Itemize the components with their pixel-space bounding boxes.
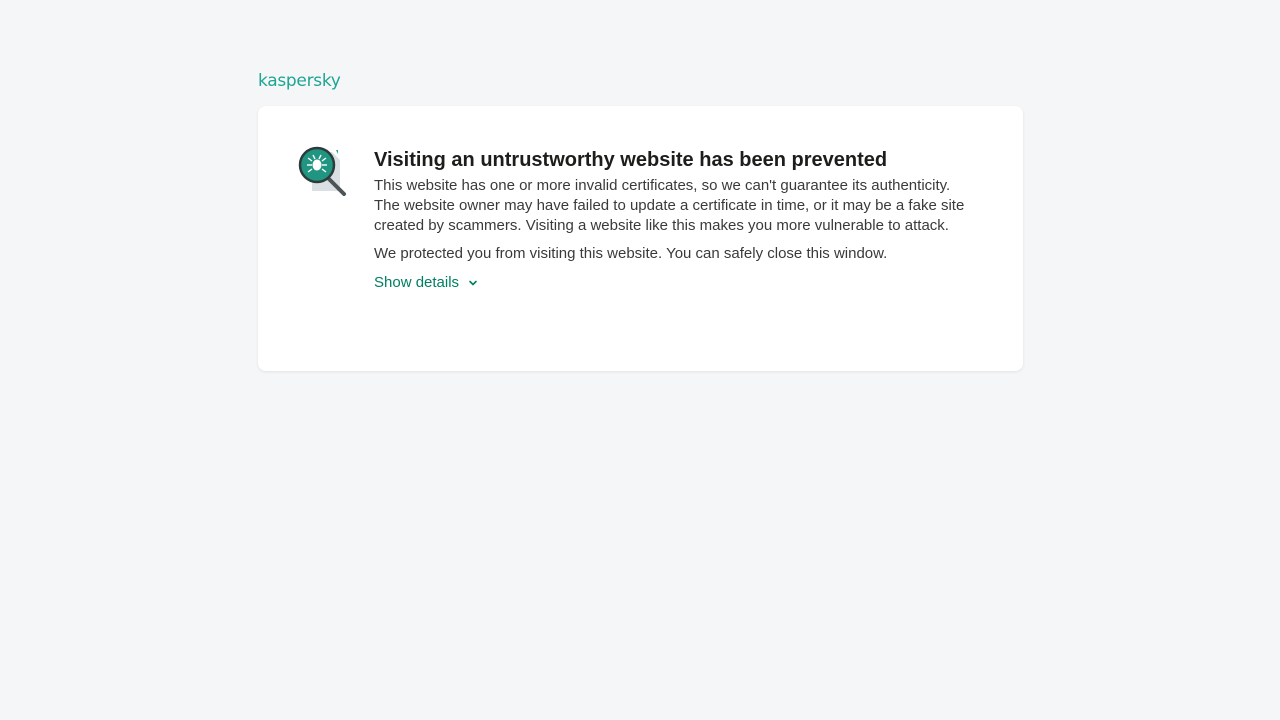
- warning-card: Visiting an untrustworthy website has be…: [258, 106, 1023, 371]
- protected-message: We protected you from visiting this webs…: [374, 245, 888, 262]
- kaspersky-logo: kaspersky: [258, 71, 341, 91]
- show-details-label: Show details: [374, 274, 460, 291]
- bug-magnifier-icon: [298, 146, 348, 196]
- warning-content: Visiting an untrustworthy website has be…: [374, 148, 974, 293]
- chevron-down-icon: [469, 280, 477, 286]
- show-details-link[interactable]: Show details: [374, 273, 478, 293]
- warning-title: Visiting an untrustworthy website has be…: [374, 149, 888, 171]
- warning-description: This website has one or more invalid cer…: [374, 177, 965, 234]
